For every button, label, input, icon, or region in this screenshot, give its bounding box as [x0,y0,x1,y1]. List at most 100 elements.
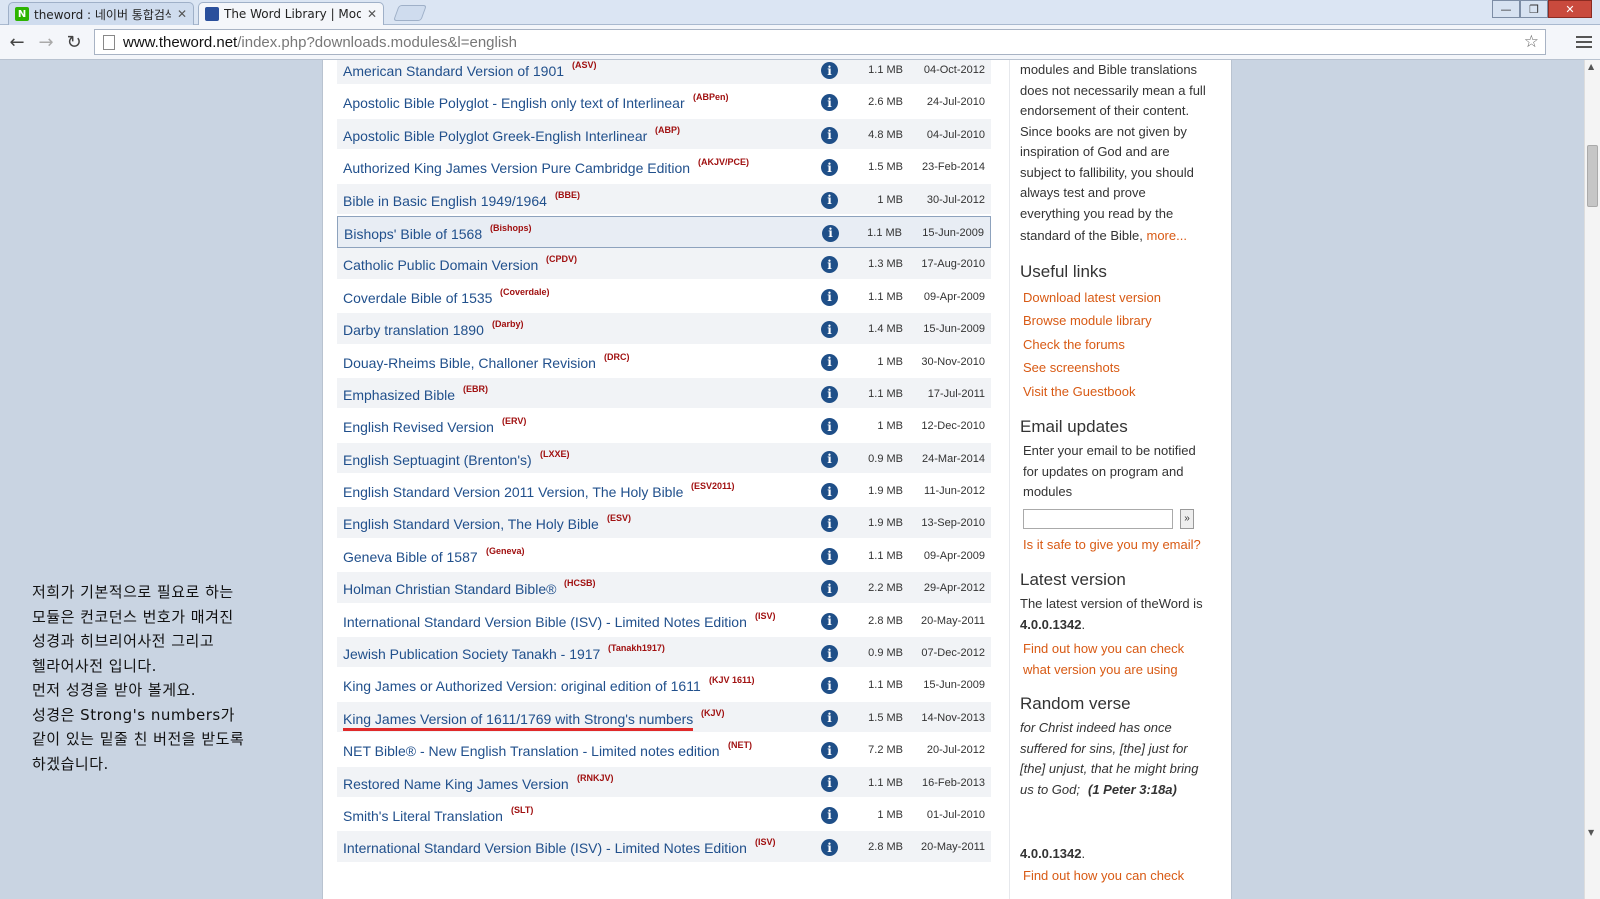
module-row: Apostolic Bible Polyglot Greek-English I… [337,118,991,152]
info-icon[interactable]: i [821,450,838,468]
module-row: English Standard Version 2011 Version, T… [337,475,991,508]
module-abbreviation: (LXXE) [540,448,570,459]
tab-naver-search[interactable]: N theword : 네이버 통합검색 ✕ [8,2,194,25]
maximize-icon[interactable]: ❐ [1520,0,1548,18]
disclaimer-line: modules and Bible translations [1020,62,1198,77]
useful-link[interactable]: Browse module library [1023,309,1230,333]
info-icon[interactable]: i [821,385,838,403]
info-icon[interactable]: i [821,774,838,792]
module-abbreviation: (ISV) [755,610,776,621]
useful-link[interactable]: Visit the Guestbook [1023,380,1230,404]
info-icon[interactable]: i [821,126,838,144]
module-name-link[interactable]: Apostolic Bible Polyglot Greek-English I… [343,128,647,144]
module-row: American Standard Version of 1901 i 1.1 MB… [337,60,991,87]
info-icon[interactable]: i [821,483,838,501]
new-tab-button[interactable] [393,5,427,21]
info-icon[interactable]: i [821,191,838,209]
module-name-link[interactable]: Emphasized Bible [343,387,455,403]
info-icon[interactable]: i [821,645,838,663]
module-size: 1 MB [877,355,903,368]
module-name-link[interactable]: Darby translation 1890 [343,322,484,338]
info-icon[interactable]: i [821,159,838,177]
minimize-icon[interactable]: — [1492,0,1520,18]
info-icon[interactable]: i [821,547,838,565]
module-name-link[interactable]: American Standard Version of 1901 [343,63,564,79]
scrollbar-thumb[interactable] [1587,145,1598,207]
info-icon[interactable]: i [821,94,838,112]
module-name-link[interactable]: NET Bible® - New English Translation - L… [343,743,720,759]
scroll-down-arrow-icon[interactable]: ▼ [1588,828,1594,837]
module-name-link[interactable]: Restored Name King James Version [343,776,569,792]
module-name-link[interactable]: English Septuagint (Brenton's) [343,452,532,468]
info-icon[interactable]: i [821,709,838,727]
module-name-link[interactable]: King James Version of 1611/1769 with Str… [343,711,694,731]
module-name-link[interactable]: International Standard Version Bible (IS… [343,840,747,856]
info-icon[interactable]: i [821,353,838,371]
module-date: 11-Jun-2012 [924,485,985,498]
info-icon[interactable]: i [821,321,838,339]
info-icon[interactable]: i [821,580,838,598]
module-row: Smith's Literal Translation i 1 MB 01-Jul-2… [337,798,991,832]
module-abbreviation: (Geneva) [486,545,525,556]
tab-word-library[interactable]: The Word Library | Modul ✕ [198,2,384,25]
useful-link[interactable]: See screenshots [1023,356,1230,380]
tab-title: theword : 네이버 통합검색 [34,7,171,22]
info-icon[interactable]: i [821,418,838,436]
vertical-scrollbar[interactable]: ▲ ▼ [1584,60,1600,899]
info-icon[interactable]: i [821,806,838,824]
check-version-link[interactable]: Find out how you can check what version y… [1023,639,1230,680]
close-tab-icon[interactable]: ✕ [177,7,187,21]
close-tab-icon[interactable]: ✕ [367,7,377,21]
annotation-note: 저희가 기본적으로 필요로 하는 모듈은 컨코던스 번호가 매겨진 성경과 히브리어… [32,580,322,776]
info-icon[interactable]: i [821,288,838,306]
module-name-link[interactable]: Douay-Rheims Bible, Challoner Revision [343,355,596,371]
info-icon[interactable]: i [821,515,838,533]
useful-link[interactable]: Download latest version [1023,286,1230,310]
disclaimer-line: subject to fallibility, you should [1020,164,1194,180]
info-icon[interactable]: i [821,742,838,760]
useful-link[interactable]: Check the forums [1023,333,1230,357]
verse-line: us to God; [1020,781,1080,797]
info-icon[interactable]: i [821,62,838,79]
check-version-link-repeat[interactable]: Find out how you can check [1023,865,1230,887]
menu-icon[interactable] [1576,33,1592,49]
module-name-link[interactable]: Catholic Public Domain Version [343,257,538,273]
tab-bar: N theword : 네이버 통합검색 ✕ The Word Library … [0,0,1600,25]
module-name-link[interactable]: Apostolic Bible Polyglot - English only … [343,95,685,111]
module-size: 4.8 MB [868,128,903,141]
module-name-link[interactable]: Jewish Publication Society Tanakh - 1917 [343,646,600,662]
module-name-link[interactable]: Bible in Basic English 1949/1964 [343,193,547,209]
email-safety-link[interactable]: Is it safe to give you my email? [1023,533,1230,557]
scroll-up-arrow-icon[interactable]: ▲ [1588,62,1594,71]
verse-line: [the] unjust, that he might bring [1020,761,1199,776]
module-name-link[interactable]: Coverdale Bible of 1535 [343,290,492,306]
module-list: American Standard Version of 1901 i 1.1 MB… [337,60,991,864]
module-row: Emphasized Bible i 1.1 MB 17-Jul-2011 (EBR) [337,377,991,411]
module-name-link[interactable]: English Standard Version 2011 Version, T… [343,484,683,500]
module-name-link[interactable]: English Revised Version [343,419,494,435]
module-date: 16-Feb-2013 [922,776,985,789]
module-name-link[interactable]: Geneva Bible of 1587 [343,549,478,565]
module-name-link[interactable]: English Standard Version, The Holy Bible [343,516,599,532]
email-input[interactable] [1023,508,1173,529]
module-name-link[interactable]: Authorized King James Version Pure Cambr… [343,160,690,176]
module-name-link[interactable]: International Standard Version Bible (IS… [343,614,747,630]
module-row: Geneva Bible of 1587 i 1.1 MB 09-Apr-2009 (G… [337,539,991,573]
close-window-icon[interactable]: ✕ [1548,0,1592,18]
module-name-link[interactable]: Smith's Literal Translation [343,808,503,824]
info-icon[interactable]: i [822,224,839,242]
back-arrow-icon[interactable]: ← [5,31,29,53]
info-icon[interactable]: i [821,677,838,695]
address-bar[interactable]: www.theword.net/index.php?downloads.modu… [94,29,1546,55]
reload-icon[interactable]: ↻ [62,31,86,53]
info-icon[interactable]: i [821,612,838,630]
forward-arrow-icon[interactable]: → [34,31,58,53]
module-name-link[interactable]: Bishops' Bible of 1568 [344,226,482,242]
email-submit-button[interactable]: » [1180,508,1194,529]
module-name-link[interactable]: King James or Authorized Version: origin… [343,678,701,694]
info-icon[interactable]: i [821,256,838,274]
bookmark-star-icon[interactable]: ☆ [1524,32,1539,52]
more-link[interactable]: more... [1146,228,1186,243]
module-name-link[interactable]: Holman Christian Standard Bible® [343,581,556,597]
info-icon[interactable]: i [821,839,838,857]
